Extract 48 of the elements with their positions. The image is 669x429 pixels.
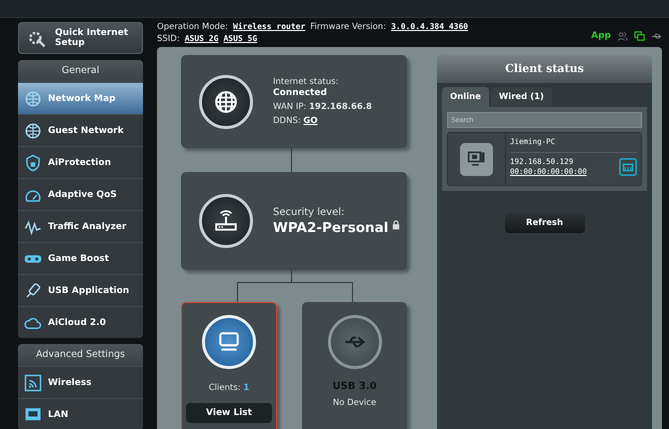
menu-item[interactable]: Guest Network — [18, 114, 143, 146]
firmware-label: Firmware Version: — [310, 21, 386, 33]
globe-icon — [24, 90, 42, 108]
section-title: Advanced Settings — [18, 344, 143, 366]
menu-item[interactable]: Traffic Analyzer — [18, 210, 143, 242]
operation-mode-link[interactable]: Wireless router — [233, 21, 306, 33]
internet-status: Connected — [273, 88, 328, 98]
quick-setup-button[interactable]: Quick Internet Setup — [18, 22, 143, 54]
shield-icon — [24, 154, 42, 172]
app-link[interactable]: App — [591, 31, 611, 41]
menu-item[interactable]: Adaptive QoS — [18, 178, 143, 210]
lock-icon — [392, 220, 400, 230]
security-level-label: Security level: — [273, 206, 346, 218]
panel-title: Client status — [437, 55, 652, 83]
menu-item[interactable]: Wireless — [18, 366, 143, 398]
clients-card[interactable]: Clients: 1 View List — [181, 302, 278, 429]
usb-status: No Device — [332, 398, 376, 408]
globe-icon[interactable] — [199, 74, 253, 128]
menu-item[interactable]: AiCloud 2.0 — [18, 306, 143, 338]
clients-count: 1 — [243, 383, 250, 393]
ssid-link[interactable]: ASUS_2G — [184, 33, 218, 45]
firmware-link[interactable]: 3.0.0.4.384_4360 — [391, 21, 468, 33]
router-icon[interactable] — [199, 194, 253, 248]
ssid-link[interactable]: ASUS_5G — [223, 33, 258, 45]
menu-item[interactable]: USB Application — [18, 274, 143, 306]
tab[interactable]: Online — [442, 87, 489, 107]
ethernet-icon — [619, 158, 637, 176]
devices-icon[interactable] — [634, 30, 645, 42]
security-level: WPA2-Personal — [273, 220, 388, 236]
internet-status-label: Internet status: — [273, 76, 340, 88]
wifi-icon — [24, 374, 42, 392]
desktop-computer-icon — [460, 142, 493, 176]
wan-ip: 192.168.66.8 — [309, 102, 372, 112]
menu-item[interactable]: AiProtection — [18, 146, 143, 178]
section-title: General — [18, 60, 143, 82]
tab[interactable]: Wired (1) — [490, 87, 552, 107]
view-list-button[interactable]: View List — [186, 403, 272, 423]
menu-item[interactable]: Game Boost — [18, 242, 143, 274]
clients-label: Clients: — [208, 383, 241, 393]
ddns-label: DDNS: — [273, 116, 301, 126]
operation-mode-label: Operation Mode: — [157, 21, 228, 33]
menu-item[interactable]: LAN — [18, 398, 143, 429]
wave-icon — [24, 218, 42, 236]
ssid-label: SSID: — [157, 33, 180, 45]
users-icon[interactable] — [617, 30, 628, 42]
refresh-button[interactable]: Refresh — [504, 213, 584, 233]
ddns-link[interactable]: GO — [303, 116, 318, 126]
wan-ip-label: WAN IP: — [273, 102, 306, 112]
